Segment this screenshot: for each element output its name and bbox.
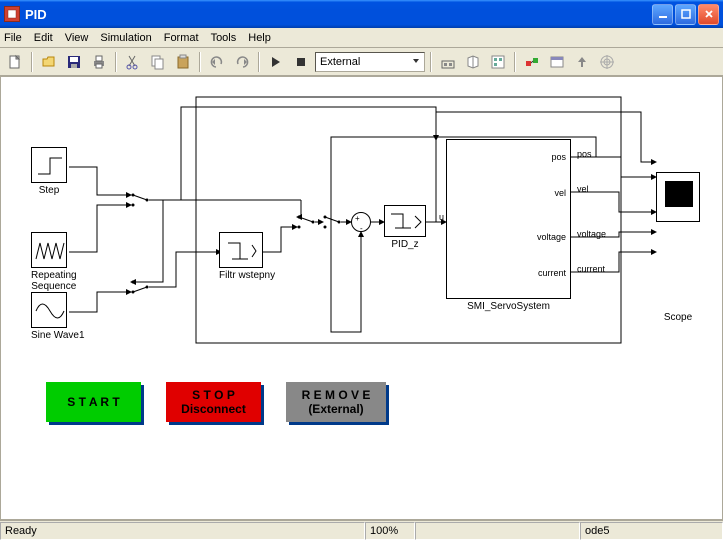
stop-button[interactable]: S T O P Disconnect — [166, 382, 261, 422]
simulation-mode-select[interactable]: External — [315, 52, 425, 72]
svg-text:+: + — [355, 214, 360, 223]
window-controls — [652, 4, 719, 25]
connect-target-icon[interactable] — [521, 51, 543, 73]
block-label-step: Step — [31, 185, 67, 196]
outer-port-pos: pos — [577, 149, 592, 159]
block-label-repeating: Repeating Sequence — [31, 270, 77, 292]
target-icon[interactable] — [596, 51, 618, 73]
block-repeating-sequence[interactable]: Repeating Sequence — [31, 232, 77, 292]
menu-help[interactable]: Help — [248, 32, 271, 44]
block-label-filter: Filtr wstepny — [219, 270, 275, 281]
simulation-mode-value: External — [320, 56, 360, 68]
statusbar: Ready 100% ode5 — [0, 520, 723, 540]
status-blank — [415, 522, 580, 540]
library-icon[interactable] — [462, 51, 484, 73]
stop-icon[interactable] — [290, 51, 312, 73]
update-icon[interactable] — [546, 51, 568, 73]
block-plant[interactable]: pos vel voltage current SMI_ServoSystem — [446, 139, 571, 312]
status-solver: ode5 — [580, 522, 723, 540]
remove-button-label-1: R E M O V E — [302, 388, 371, 402]
new-icon[interactable] — [4, 51, 26, 73]
remove-button-label-2: (External) — [308, 402, 363, 416]
manual-switch-3[interactable] — [297, 213, 315, 231]
start-button-label: S T A R T — [67, 395, 119, 409]
redo-icon[interactable] — [231, 51, 253, 73]
toolbar-separator — [258, 52, 260, 72]
port-label-vel: vel — [554, 188, 566, 198]
remove-button[interactable]: R E M O V E (External) — [286, 382, 386, 422]
menu-view[interactable]: View — [65, 32, 89, 44]
manual-switch-4[interactable] — [323, 213, 341, 231]
close-button[interactable] — [698, 4, 719, 25]
svg-text:-: - — [360, 224, 363, 233]
block-sum[interactable]: +- — [351, 212, 371, 232]
block-filter[interactable]: Filtr wstepny — [219, 232, 275, 281]
port-label-voltage: voltage — [537, 232, 566, 242]
block-pid[interactable]: PID_z — [384, 205, 426, 250]
paste-icon[interactable] — [172, 51, 194, 73]
play-icon[interactable] — [265, 51, 287, 73]
status-zoom: 100% — [365, 522, 415, 540]
menu-format[interactable]: Format — [164, 32, 199, 44]
stop-button-label-1: S T O P — [192, 388, 235, 402]
block-label-plant: SMI_ServoSystem — [446, 301, 571, 312]
titlebar: PID — [0, 0, 723, 28]
menu-file[interactable]: File — [4, 32, 22, 44]
block-label-scope: Scope — [656, 312, 700, 323]
toolbar-separator — [199, 52, 201, 72]
signal-label-u: u — [439, 212, 444, 222]
outer-port-current: current — [577, 264, 605, 274]
maximize-button[interactable] — [675, 4, 696, 25]
menu-tools[interactable]: Tools — [211, 32, 237, 44]
window-title: PID — [25, 7, 652, 22]
chevron-down-icon — [412, 56, 420, 68]
toolbar: External — [0, 48, 723, 76]
print-icon[interactable] — [88, 51, 110, 73]
block-label-sine: Sine Wave1 — [31, 330, 85, 341]
wiring — [1, 77, 723, 521]
menu-simulation[interactable]: Simulation — [100, 32, 151, 44]
model-explorer-icon[interactable] — [487, 51, 509, 73]
minimize-button[interactable] — [652, 4, 673, 25]
status-ready: Ready — [0, 522, 365, 540]
manual-switch-1[interactable] — [131, 191, 149, 209]
block-label-pid: PID_z — [384, 239, 426, 250]
up-icon[interactable] — [571, 51, 593, 73]
start-button[interactable]: S T A R T — [46, 382, 141, 422]
menu-edit[interactable]: Edit — [34, 32, 53, 44]
cut-icon[interactable] — [122, 51, 144, 73]
outer-port-voltage: voltage — [577, 229, 606, 239]
manual-switch-2[interactable] — [131, 278, 149, 296]
menubar: File Edit View Simulation Format Tools H… — [0, 28, 723, 48]
save-icon[interactable] — [63, 51, 85, 73]
stop-button-label-2: Disconnect — [181, 402, 246, 416]
toolbar-separator — [514, 52, 516, 72]
open-icon[interactable] — [38, 51, 60, 73]
toolbar-separator — [430, 52, 432, 72]
undo-icon[interactable] — [206, 51, 228, 73]
block-step[interactable]: Step — [31, 147, 67, 196]
model-canvas[interactable]: Step Repeating Sequence Sine Wave1 Filtr… — [0, 76, 723, 520]
block-scope[interactable]: Scope — [656, 172, 700, 323]
outer-port-vel: vel — [577, 184, 589, 194]
build-icon[interactable] — [437, 51, 459, 73]
block-sine-wave[interactable]: Sine Wave1 — [31, 292, 85, 341]
toolbar-separator — [31, 52, 33, 72]
toolbar-separator — [115, 52, 117, 72]
port-label-pos: pos — [551, 152, 566, 162]
copy-icon[interactable] — [147, 51, 169, 73]
app-icon — [4, 6, 20, 22]
port-label-current: current — [538, 268, 566, 278]
